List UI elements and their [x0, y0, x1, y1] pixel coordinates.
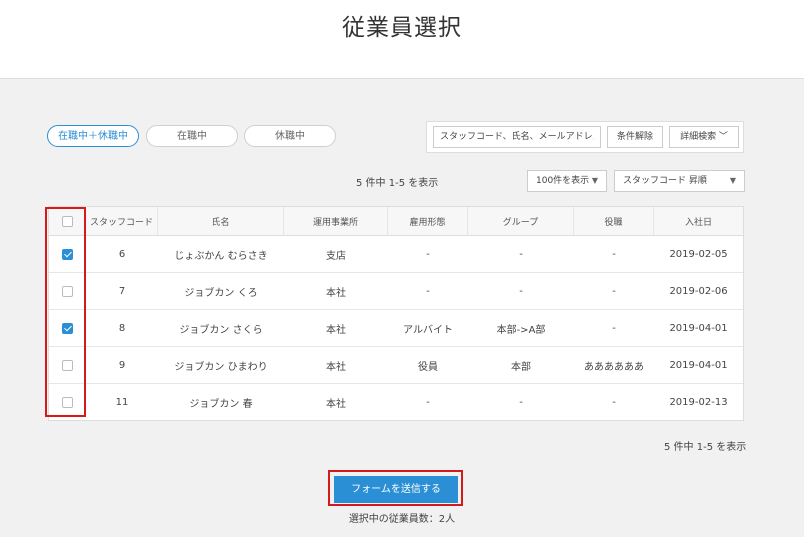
cell-position: ああああああ: [584, 361, 644, 373]
cell-code: 9: [118, 359, 126, 371]
result-summary-bottom: 5 件中 1-5 を表示: [664, 442, 747, 453]
cell-position: -: [612, 322, 616, 334]
cell-group: -: [519, 285, 523, 297]
cell-group: -: [519, 396, 523, 408]
row-checkbox[interactable]: [62, 322, 73, 334]
table-row[interactable]: 6 じょぶかん むらさき 支店 - - - 2019-02-05: [49, 236, 743, 273]
select-all-cell: [49, 207, 86, 235]
cell-position: -: [612, 396, 616, 408]
column-header-code[interactable]: スタッフコード: [86, 207, 158, 235]
cell-name: ジョブカン 春: [189, 398, 253, 410]
cell-name: じょぶかん むらさき: [174, 250, 268, 262]
table-row[interactable]: 11 ジョブカン 春 本社 - - - 2019-02-13: [49, 384, 743, 420]
cell-office: 本社: [326, 398, 346, 410]
row-checkbox-cell: [49, 273, 86, 309]
row-checkbox-cell: [49, 310, 86, 346]
cell-hire-date: 2019-02-05: [669, 248, 728, 260]
cell-code: 6: [118, 248, 126, 260]
cell-employment: -: [426, 285, 430, 297]
cell-hire-date: 2019-02-06: [669, 285, 728, 297]
cell-code: 8: [118, 322, 126, 334]
submit-form-button[interactable]: フォームを送信する: [334, 476, 458, 503]
row-checkbox[interactable]: [62, 248, 73, 260]
select-all-checkbox[interactable]: [61, 215, 73, 227]
clear-conditions-button[interactable]: 条件解除: [607, 126, 663, 148]
table-header: スタッフコード 氏名 運用事業所 雇用形態 グループ 役職 入社日: [49, 207, 743, 236]
cell-employment: 役員: [418, 361, 438, 373]
cell-group: 本部: [511, 361, 531, 373]
sort-select[interactable]: スタッフコード 昇順 ▼: [614, 170, 745, 192]
table-row[interactable]: 7 ジョブカン くろ 本社 - - - 2019-02-06: [49, 273, 743, 310]
cell-code: 7: [118, 285, 126, 297]
search-input[interactable]: [433, 126, 601, 148]
advanced-search-button[interactable]: 詳細検索 ﹀: [669, 126, 739, 148]
cell-office: 支店: [326, 250, 346, 262]
filter-on-leave[interactable]: 休職中: [244, 125, 336, 147]
page-title: 従業員選択: [342, 15, 462, 41]
cell-office: 本社: [326, 287, 346, 299]
cell-position: -: [612, 248, 616, 260]
column-header-hire-date[interactable]: 入社日: [654, 207, 743, 235]
cell-group: -: [519, 248, 523, 260]
cell-office: 本社: [326, 361, 346, 373]
cell-hire-date: 2019-04-01: [669, 322, 728, 334]
cell-name: ジョブカン くろ: [184, 287, 258, 299]
filter-employed[interactable]: 在職中: [146, 125, 238, 147]
row-checkbox-cell: [49, 384, 86, 420]
cell-office: 本社: [326, 324, 346, 336]
chevron-down-icon: ▼: [591, 176, 598, 185]
cell-hire-date: 2019-04-01: [669, 359, 728, 371]
cell-position: -: [612, 285, 616, 297]
result-summary-top: 5 件中 1-5 を表示: [356, 178, 439, 189]
table-row[interactable]: 8 ジョブカン さくら 本社 アルバイト 本部->A部 - 2019-04-01: [49, 310, 743, 347]
row-checkbox-cell: [49, 236, 86, 272]
cell-name: ジョブカン ひまわり: [174, 361, 268, 373]
cell-name: ジョブカン さくら: [179, 324, 263, 336]
column-header-name[interactable]: 氏名: [158, 207, 284, 235]
cell-code: 11: [115, 396, 129, 408]
employee-table: スタッフコード 氏名 運用事業所 雇用形態 グループ 役職 入社日 6 じょぶかん…: [48, 206, 744, 421]
column-header-office[interactable]: 運用事業所: [284, 207, 388, 235]
row-checkbox[interactable]: [62, 285, 73, 297]
selected-employee-count: 選択中の従業員数：2人: [348, 514, 456, 525]
page-header: 従業員選択: [0, 0, 804, 79]
per-page-value: 100件を表示: [536, 176, 590, 186]
per-page-select[interactable]: 100件を表示 ▼: [527, 170, 607, 192]
column-header-group[interactable]: グループ: [468, 207, 574, 235]
cell-employment: -: [426, 248, 430, 260]
cell-hire-date: 2019-02-13: [669, 396, 728, 408]
row-checkbox[interactable]: [62, 396, 73, 408]
cell-employment: -: [426, 396, 430, 408]
table-row[interactable]: 9 ジョブカン ひまわり 本社 役員 本部 ああああああ 2019-04-01: [49, 347, 743, 384]
column-header-employment[interactable]: 雇用形態: [388, 207, 468, 235]
filter-employed-and-leave[interactable]: 在職中＋休職中: [47, 125, 139, 147]
column-header-position[interactable]: 役職: [574, 207, 654, 235]
cell-group: 本部->A部: [496, 324, 546, 336]
sort-value: スタッフコード 昇順: [623, 176, 707, 186]
search-bar: 条件解除 詳細検索 ﹀: [426, 121, 744, 153]
row-checkbox-cell: [49, 347, 86, 383]
cell-employment: アルバイト: [403, 324, 453, 336]
chevron-down-icon: ▼: [729, 176, 736, 185]
row-checkbox[interactable]: [62, 359, 73, 371]
